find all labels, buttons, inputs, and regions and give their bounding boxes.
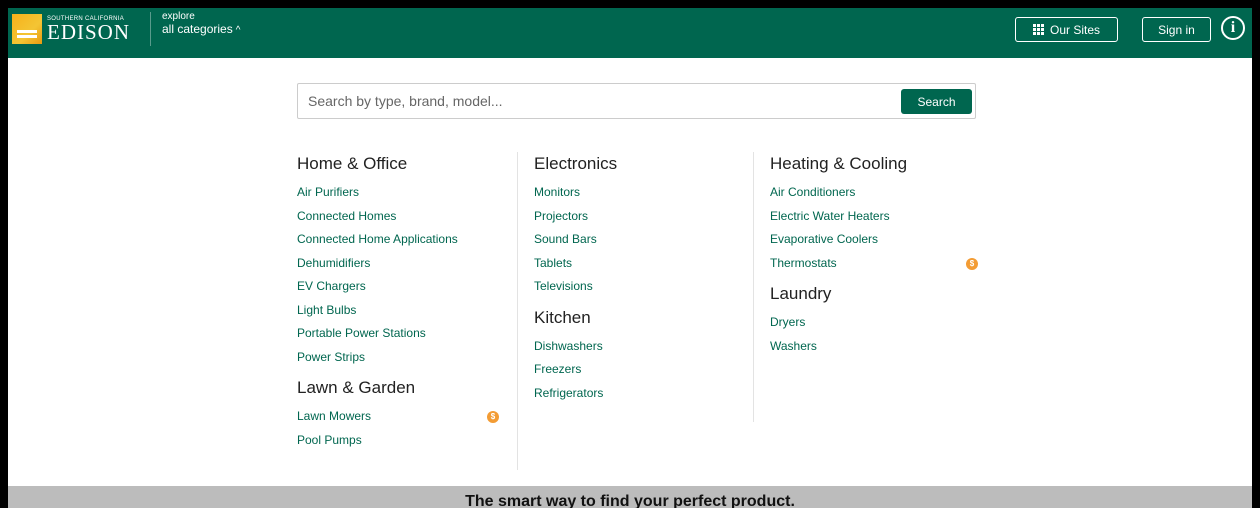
category-column-2: Electronics Monitors Projectors Sound Bars T… — [534, 152, 754, 422]
category-group-heating-and-cooling: Heating & Cooling Air Conditioners Electri… — [770, 152, 980, 275]
category-link[interactable]: Dishwashers — [534, 339, 603, 353]
category-heading: Laundry — [770, 284, 832, 303]
explore-all-categories-toggle[interactable]: explore all categories ^ — [162, 11, 241, 36]
dollar-rebate-icon: $ — [487, 411, 499, 423]
top-header: Southern California EDISON explore all c… — [8, 8, 1252, 58]
grid-icon — [1032, 24, 1044, 35]
category-link[interactable]: EV Chargers — [297, 279, 366, 293]
category-link[interactable]: Dryers — [770, 315, 805, 329]
category-link[interactable]: Electric Water Heaters — [770, 209, 890, 223]
category-link[interactable]: Freezers — [534, 362, 581, 376]
category-group-laundry: Laundry Dryers Washers — [770, 282, 980, 358]
category-item-thermostats: Thermostats $ — [770, 252, 980, 276]
category-link[interactable]: Refrigerators — [534, 386, 603, 400]
category-heading: Home & Office — [297, 154, 408, 173]
category-list: Dishwashers Freezers Refrigerators — [534, 335, 753, 406]
category-link[interactable]: Portable Power Stations — [297, 326, 426, 340]
category-item-power-strips: Power Strips — [297, 346, 517, 370]
category-heading: Lawn & Garden — [297, 378, 416, 397]
category-item-connected-home-applications: Connected Home Applications — [297, 228, 517, 252]
category-link[interactable]: Connected Homes — [297, 209, 396, 223]
category-column-3: Heating & Cooling Air Conditioners Electri… — [770, 152, 980, 358]
category-link[interactable]: Air Purifiers — [297, 185, 359, 199]
sign-in-button[interactable]: Sign in — [1142, 17, 1211, 42]
category-link[interactable]: Connected Home Applications — [297, 232, 458, 246]
category-item-portable-power-stations: Portable Power Stations — [297, 322, 517, 346]
category-link[interactable]: Washers — [770, 339, 817, 353]
category-link[interactable]: Air Conditioners — [770, 185, 855, 199]
category-item-sound-bars: Sound Bars — [534, 228, 753, 252]
category-item-pool-pumps: Pool Pumps — [297, 429, 517, 453]
category-link[interactable]: Sound Bars — [534, 232, 597, 246]
category-item-connected-homes: Connected Homes — [297, 205, 517, 229]
category-list: Dryers Washers — [770, 311, 980, 358]
category-link[interactable]: Televisions — [534, 279, 593, 293]
category-item-televisions: Televisions — [534, 275, 753, 299]
category-link[interactable]: Tablets — [534, 256, 572, 270]
category-item-dehumidifiers: Dehumidifiers — [297, 252, 517, 276]
logo-text: Southern California EDISON — [47, 16, 130, 43]
category-item-light-bulbs: Light Bulbs — [297, 299, 517, 323]
chevron-up-icon: ^ — [235, 24, 241, 36]
dollar-rebate-icon: $ — [966, 257, 978, 270]
category-item-air-conditioners: Air Conditioners — [770, 181, 980, 205]
page-frame: Southern California EDISON explore all c… — [0, 0, 1260, 508]
footer-tagline: The smart way to find your perfect produ… — [465, 493, 795, 508]
category-item-dishwashers: Dishwashers — [534, 335, 753, 359]
category-item-refrigerators: Refrigerators — [534, 382, 753, 406]
category-item-electric-water-heaters: Electric Water Heaters — [770, 205, 980, 229]
category-item-freezers: Freezers — [534, 358, 753, 382]
category-link[interactable]: Evaporative Coolers — [770, 232, 878, 246]
category-list: Lawn Mowers $ Pool Pumps — [297, 405, 517, 452]
our-sites-label: Our Sites — [1049, 22, 1100, 37]
search-bar: Search — [297, 83, 976, 119]
category-heading: Heating & Cooling — [770, 154, 908, 173]
category-column-1: Home & Office Air Purifiers Connected Home… — [297, 152, 518, 470]
category-group-lawn-and-garden: Lawn & Garden Lawn Mowers $ Pool Pumps — [297, 376, 517, 452]
category-item-monitors: Monitors — [534, 181, 753, 205]
category-link[interactable]: Projectors — [534, 209, 588, 223]
category-item-washers: Washers — [770, 335, 980, 359]
category-heading: Kitchen — [534, 307, 591, 327]
category-item-projectors: Projectors — [534, 205, 753, 229]
edison-logo[interactable]: Southern California EDISON — [12, 12, 130, 46]
category-link[interactable]: Dehumidifiers — [297, 256, 370, 270]
logo-big-text: EDISON — [47, 19, 130, 44]
header-divider — [150, 12, 151, 46]
category-item-dryers: Dryers — [770, 311, 980, 335]
category-list: Air Conditioners Electric Water Heaters Ev… — [770, 181, 980, 275]
info-icon[interactable]: i — [1221, 16, 1245, 40]
search-button[interactable]: Search — [901, 89, 972, 114]
category-group-electronics: Electronics Monitors Projectors Sound Bars T… — [534, 152, 753, 299]
category-link[interactable]: Power Strips — [297, 350, 365, 364]
category-heading: Electronics — [534, 154, 618, 173]
category-item-tablets: Tablets — [534, 252, 753, 276]
category-link[interactable]: Light Bulbs — [297, 303, 356, 317]
search-input[interactable] — [298, 84, 888, 118]
category-item-lawn-mowers: Lawn Mowers $ — [297, 405, 517, 429]
category-list: Air Purifiers Connected Homes Connected Ho… — [297, 181, 517, 369]
footer-tagline-band: The smart way to find your perfect produ… — [8, 486, 1252, 508]
our-sites-button[interactable]: Our Sites — [1015, 17, 1118, 42]
category-item-evaporative-coolers: Evaporative Coolers — [770, 228, 980, 252]
category-list: Monitors Projectors Sound Bars Tablets Telev… — [534, 181, 753, 299]
category-link[interactable]: Monitors — [534, 185, 580, 199]
sign-in-label: Sign in — [1158, 22, 1195, 37]
category-group-home-and-office: Home & Office Air Purifiers Connected Home… — [297, 152, 517, 369]
category-item-air-purifiers: Air Purifiers — [297, 181, 517, 205]
sun-logo-icon — [12, 14, 42, 44]
category-item-ev-chargers: EV Chargers — [297, 275, 517, 299]
category-group-kitchen: Kitchen Dishwashers Freezers Refrigerators — [534, 306, 753, 406]
category-link[interactable]: Lawn Mowers — [297, 409, 371, 423]
category-link[interactable]: Pool Pumps — [297, 433, 362, 447]
category-link[interactable]: Thermostats — [770, 256, 837, 270]
all-categories-label: all categories ^ — [162, 21, 241, 36]
